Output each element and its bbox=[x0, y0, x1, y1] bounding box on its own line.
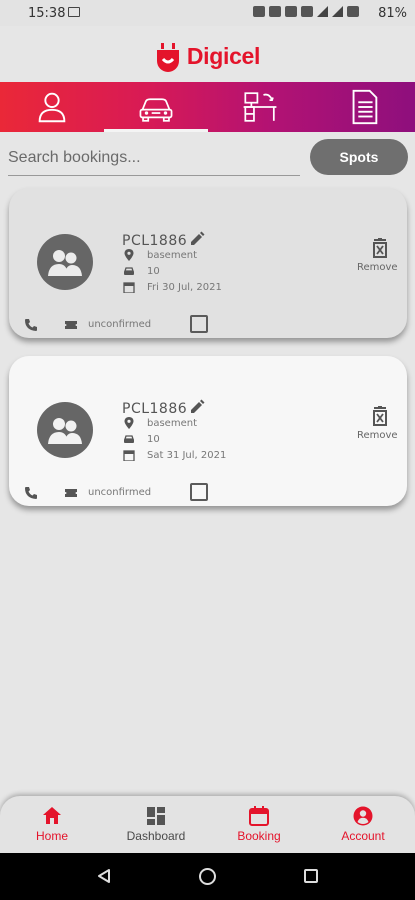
nav-booking[interactable]: Booking bbox=[207, 806, 311, 846]
active-tab-indicator bbox=[104, 129, 208, 132]
location-pin-icon bbox=[124, 417, 134, 429]
car-small-icon bbox=[124, 267, 134, 275]
booking-status: unconfirmed bbox=[88, 487, 152, 498]
signal-icon-2 bbox=[332, 6, 343, 17]
booking-date: Sat 31 Jul, 2021 bbox=[147, 450, 227, 461]
back-triangle-icon[interactable] bbox=[96, 868, 112, 884]
search-row: Spots bbox=[0, 138, 415, 182]
brand-header: Digicel bbox=[0, 36, 415, 76]
nav-dashboard[interactable]: Dashboard bbox=[104, 806, 208, 846]
group-avatar-icon bbox=[37, 234, 93, 290]
account-icon bbox=[353, 806, 373, 826]
phone-icon[interactable] bbox=[24, 486, 38, 500]
phone-icon[interactable] bbox=[24, 318, 38, 332]
booking-spot: 10 bbox=[147, 266, 160, 277]
alarm-icon bbox=[285, 6, 297, 17]
battery-icon bbox=[347, 6, 359, 17]
search-bookings-input[interactable] bbox=[8, 140, 300, 176]
nav-account[interactable]: Account bbox=[311, 806, 415, 846]
wifi-icon bbox=[301, 6, 313, 17]
calendar-small-icon bbox=[123, 450, 135, 461]
brand-name: Digicel bbox=[186, 42, 261, 69]
tab-desk[interactable] bbox=[208, 82, 312, 132]
mute-icon bbox=[269, 6, 281, 17]
top-tab-bar bbox=[0, 82, 415, 132]
nav-home[interactable]: Home bbox=[0, 806, 104, 846]
signal-icon bbox=[317, 6, 328, 17]
calendar-small-icon bbox=[123, 282, 135, 293]
location-pin-icon bbox=[124, 249, 134, 261]
system-navigation-bar bbox=[0, 853, 415, 900]
nav-home-label: Home bbox=[35, 829, 68, 843]
calendar-icon bbox=[249, 806, 269, 826]
trash-icon[interactable] bbox=[371, 406, 389, 426]
document-icon bbox=[352, 89, 378, 125]
booking-checkbox[interactable] bbox=[190, 315, 208, 333]
spots-button[interactable]: Spots bbox=[310, 139, 408, 175]
status-icons bbox=[253, 6, 359, 17]
car-icon bbox=[139, 98, 173, 122]
ticket-icon bbox=[65, 321, 77, 329]
booking-code: PCL1886 bbox=[122, 233, 188, 249]
booking-code: PCL1886 bbox=[122, 401, 188, 417]
image-notification-icon bbox=[68, 7, 80, 17]
tab-parking[interactable] bbox=[104, 82, 208, 132]
car-small-icon bbox=[124, 435, 134, 443]
status-time: 15:38 bbox=[28, 6, 66, 21]
remove-button-label[interactable]: Remove bbox=[357, 262, 398, 273]
tab-documents[interactable] bbox=[312, 82, 415, 132]
edit-pencil-icon[interactable] bbox=[189, 231, 205, 247]
home-circle-icon[interactable] bbox=[199, 868, 216, 885]
home-icon bbox=[43, 807, 61, 824]
nav-account-label: Account bbox=[341, 829, 385, 843]
nav-booking-label: Booking bbox=[237, 829, 281, 843]
booking-card[interactable]: PCL1886 basement 10 Sat 31 Jul, 2021 Rem… bbox=[9, 356, 407, 506]
booking-date: Fri 30 Jul, 2021 bbox=[147, 282, 222, 293]
person-icon bbox=[38, 92, 66, 123]
remove-button-label[interactable]: Remove bbox=[357, 430, 398, 441]
booking-checkbox[interactable] bbox=[190, 483, 208, 501]
booking-spot: 10 bbox=[147, 434, 160, 445]
bottom-navigation: Home Dashboard Booking Account bbox=[0, 796, 415, 854]
booking-status: unconfirmed bbox=[88, 319, 152, 330]
booking-location: basement bbox=[147, 250, 197, 261]
status-bar: 15:38 81% bbox=[0, 0, 415, 26]
dashboard-icon bbox=[147, 807, 165, 825]
trash-icon[interactable] bbox=[371, 238, 389, 258]
desk-icon bbox=[243, 92, 277, 122]
nfc-icon bbox=[253, 6, 265, 17]
edit-pencil-icon[interactable] bbox=[189, 399, 205, 415]
battery-level: 81% bbox=[378, 6, 407, 21]
recents-square-icon[interactable] bbox=[304, 869, 318, 883]
booking-card[interactable]: PCL1886 basement 10 Fri 30 Jul, 2021 Rem… bbox=[9, 188, 407, 338]
digicel-logo-icon bbox=[155, 43, 181, 72]
tab-people[interactable] bbox=[0, 82, 104, 132]
nav-dashboard-label: Dashboard bbox=[126, 829, 186, 843]
ticket-icon bbox=[65, 489, 77, 497]
booking-location: basement bbox=[147, 418, 197, 429]
group-avatar-icon bbox=[37, 402, 93, 458]
